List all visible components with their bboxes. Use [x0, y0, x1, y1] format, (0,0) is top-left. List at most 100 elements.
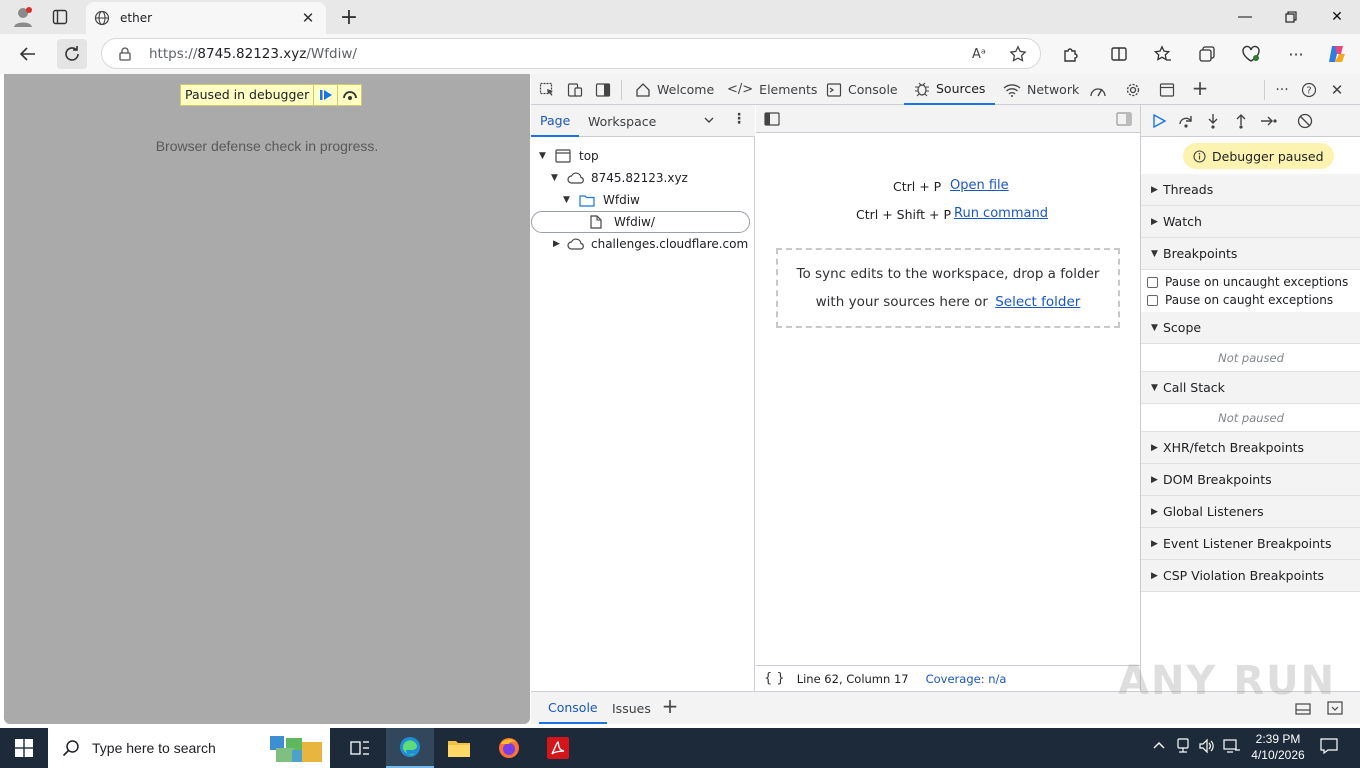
profile-icon[interactable] [10, 5, 36, 29]
notifications-icon[interactable] [1320, 738, 1338, 758]
url-text[interactable]: https://8745.82123.xyz/Wfdiw/ [149, 46, 357, 62]
collections-icon[interactable] [1192, 39, 1222, 69]
open-file-link[interactable]: Open file [950, 178, 1009, 193]
taskbar-search[interactable]: Type here to search [48, 728, 330, 768]
pretty-print-icon[interactable]: { } [764, 671, 785, 686]
chevron-down-icon[interactable] [699, 110, 719, 130]
extensions-icon[interactable] [1056, 39, 1086, 69]
back-button[interactable] [13, 39, 43, 69]
taskbar-clock[interactable]: 2:39 PM 4/10/2026 [1248, 731, 1308, 763]
step-over-icon[interactable] [337, 85, 361, 105]
tab-welcome[interactable]: Welcome [631, 74, 718, 105]
browser-essentials-icon[interactable] [1236, 39, 1266, 69]
application-icon[interactable] [1157, 80, 1177, 100]
close-devtools-icon[interactable]: ✕ [1327, 80, 1347, 100]
step-out-icon[interactable] [1231, 111, 1251, 131]
tab-network[interactable]: Network [999, 74, 1083, 105]
tree-item-domain[interactable]: ▼ 8745.82123.xyz [531, 167, 755, 189]
section-dom-breakpoints[interactable]: ▶ DOM Breakpoints [1141, 464, 1360, 496]
expand-arrow-icon[interactable]: ▼ [539, 151, 551, 161]
tab-console[interactable]: Console [822, 74, 902, 105]
pause-uncaught-checkbox[interactable]: Pause on uncaught exceptions [1147, 273, 1348, 291]
wired-network-icon[interactable] [1223, 738, 1241, 758]
close-window-button[interactable]: ✕ [1314, 0, 1360, 34]
tab-page[interactable]: Page [531, 105, 580, 137]
close-tab-icon[interactable]: ✕ [298, 8, 318, 28]
task-view-button[interactable] [336, 728, 384, 768]
minimize-button[interactable]: ― [1222, 0, 1268, 34]
section-event-listener-breakpoints[interactable]: ▶ Event Listener Breakpoints [1141, 528, 1360, 560]
section-call-stack[interactable]: ▼ Call Stack [1141, 372, 1360, 404]
section-breakpoints[interactable]: ▼ Breakpoints [1141, 238, 1360, 270]
volume-icon[interactable] [1198, 738, 1216, 758]
expand-arrow-icon[interactable]: ▼ [563, 195, 575, 205]
select-folder-link[interactable]: Select folder [995, 294, 1080, 310]
debugger-sidebar: Debugger paused ▶ Threads ▶ Watch ▼ Breakpo… [1140, 105, 1360, 691]
search-placeholder: Type here to search [92, 740, 216, 756]
section-scope[interactable]: ▼ Scope [1141, 312, 1360, 344]
taskbar-firefox[interactable] [485, 728, 533, 768]
browser-tab[interactable]: ether ✕ [86, 2, 326, 34]
paused-in-debugger-overlay: Paused in debugger [180, 84, 363, 106]
drawer-tab-console[interactable]: Console [539, 692, 607, 724]
section-csp-violation-breakpoints[interactable]: ▶ CSP Violation Breakpoints [1141, 560, 1360, 592]
more-menu-icon[interactable]: ··· [1281, 39, 1311, 69]
deactivate-breakpoints-icon[interactable] [1295, 111, 1315, 131]
workspace-drop-zone[interactable]: To sync edits to the workspace, drop a f… [776, 248, 1120, 328]
step-into-icon[interactable] [1203, 111, 1223, 131]
address-bar[interactable]: https://8745.82123.xyz/Wfdiw/ Aᵃ [101, 38, 1041, 69]
resume-icon[interactable] [1149, 111, 1169, 131]
firefox-icon [499, 738, 519, 758]
tab-sources[interactable]: Sources [904, 74, 996, 105]
tab-workspace[interactable]: Workspace [588, 105, 656, 137]
taskbar-acrobat[interactable] [534, 728, 582, 768]
tree-item-folder[interactable]: ▼ Wfdiw [531, 189, 755, 211]
run-command-link[interactable]: Run command [954, 206, 1048, 221]
section-xhr-breakpoints[interactable]: ▶ XHR/fetch Breakpoints [1141, 432, 1360, 464]
read-aloud-icon[interactable]: Aᵃ [968, 44, 990, 64]
copilot-icon[interactable] [1322, 39, 1352, 69]
network-tray-icon[interactable] [1176, 738, 1190, 758]
taskbar-file-explorer[interactable] [435, 728, 483, 768]
collapsed-arrow-icon[interactable]: ▶ [553, 239, 565, 249]
navigator-more-icon[interactable]: ⋮ [729, 109, 749, 129]
toggle-debugger-icon[interactable] [1114, 109, 1134, 129]
show-hidden-icons-icon[interactable] [1152, 738, 1166, 756]
settings-gear-icon[interactable] [1123, 80, 1143, 100]
dock-side-icon[interactable] [593, 80, 613, 100]
taskbar-edge[interactable] [386, 728, 434, 768]
site-info-icon[interactable] [118, 47, 132, 64]
performance-icon[interactable] [1088, 80, 1108, 100]
favorite-star-icon[interactable] [1007, 44, 1029, 64]
tab-elements[interactable]: </> Elements [723, 74, 821, 105]
drawer-tab-issues[interactable]: Issues [612, 692, 651, 724]
new-tab-button[interactable]: + [336, 4, 362, 30]
pause-caught-checkbox[interactable]: Pause on caught exceptions [1147, 291, 1333, 309]
section-global-listeners[interactable]: ▶ Global Listeners [1141, 496, 1360, 528]
section-threads[interactable]: ▶ Threads [1141, 174, 1360, 206]
more-tools-plus-icon[interactable]: + [1190, 76, 1210, 100]
favorites-icon[interactable] [1148, 39, 1178, 69]
customize-menu-icon[interactable]: ··· [1272, 80, 1292, 100]
add-drawer-tab-icon[interactable]: + [660, 694, 680, 718]
section-watch[interactable]: ▶ Watch [1141, 206, 1360, 238]
refresh-button[interactable] [57, 39, 87, 69]
split-screen-icon[interactable] [1104, 39, 1134, 69]
tree-item-file[interactable]: Wfdiw/ [531, 211, 750, 233]
tree-item-cloudflare[interactable]: ▶ challenges.cloudflare.com [531, 233, 755, 255]
source-editor: Ctrl + P Open file Ctrl + Shift + P Run … [756, 105, 1140, 691]
step-icon[interactable] [1259, 111, 1279, 131]
toggle-navigator-icon[interactable] [762, 109, 782, 129]
step-over-icon[interactable] [1176, 111, 1196, 131]
help-icon[interactable]: ? [1299, 80, 1319, 100]
coverage-status[interactable]: Coverage: n/a [926, 672, 1007, 686]
start-button[interactable] [0, 728, 48, 768]
inspect-element-icon[interactable] [537, 80, 557, 100]
expand-arrow-icon[interactable]: ▼ [551, 173, 563, 183]
shortcut-open-file-keys: Ctrl + P [893, 179, 942, 194]
resume-icon[interactable] [313, 85, 337, 105]
device-emulation-icon[interactable] [565, 80, 585, 100]
restore-button[interactable] [1268, 0, 1314, 34]
tab-actions-icon[interactable] [48, 6, 72, 28]
tree-item-top[interactable]: ▼ top [531, 145, 755, 167]
